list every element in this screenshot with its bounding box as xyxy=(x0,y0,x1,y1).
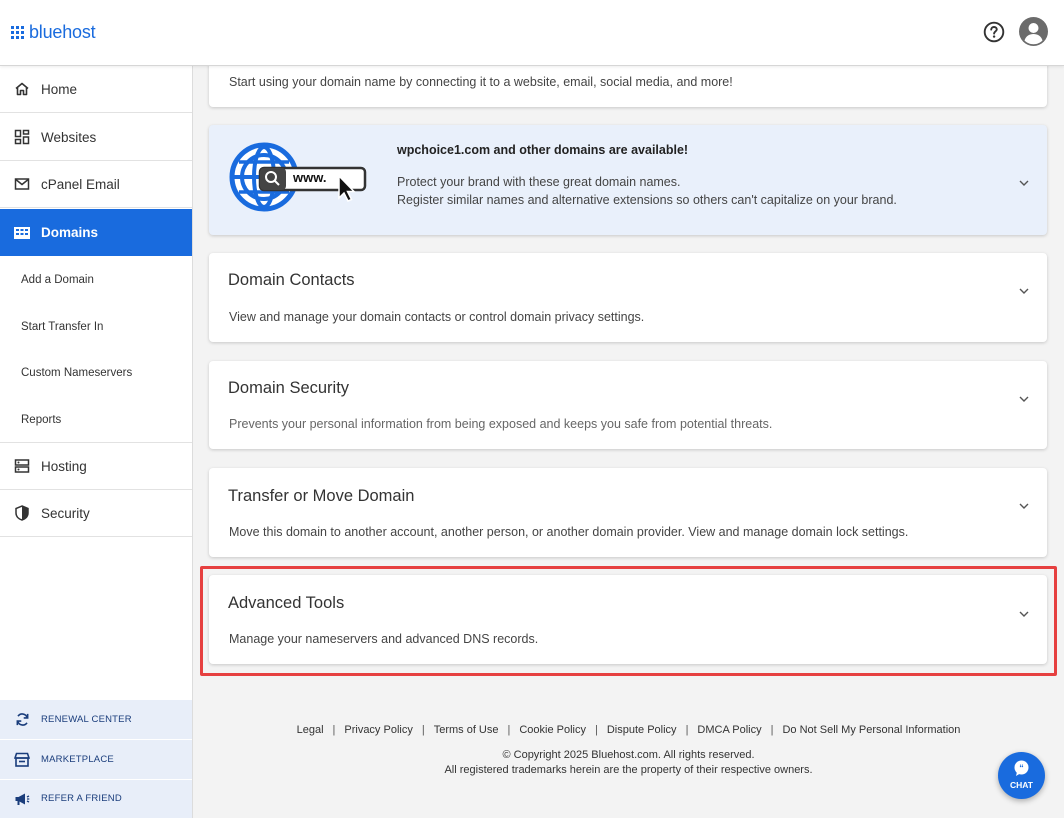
card-description: Prevents your personal information from … xyxy=(229,417,773,431)
sidebar-item-label: Security xyxy=(41,505,90,521)
advanced-tools-card[interactable]: Advanced Tools Manage your nameservers a… xyxy=(209,575,1047,664)
sidebar-subitem-label: Add a Domain xyxy=(21,273,94,286)
footer-link-terms-of-use[interactable]: Terms of Use xyxy=(434,724,499,736)
card-title: Advanced Tools xyxy=(228,594,345,612)
chat-bubble-icon: “ xyxy=(1014,760,1029,776)
footer-link-dmca-policy[interactable]: DMCA Policy xyxy=(697,724,761,736)
promo-title: wpchoice1.com and other domains are avai… xyxy=(397,143,689,157)
chevron-down-icon[interactable] xyxy=(1017,284,1031,298)
card-description: Move this domain to another account, ano… xyxy=(229,525,909,539)
domains-building-icon xyxy=(13,224,31,242)
domain-security-card[interactable]: Domain Security Prevents your personal i… xyxy=(209,361,1047,449)
footer-separator: | xyxy=(507,724,511,736)
footer-separator: | xyxy=(595,724,598,736)
card-description: View and manage your domain contacts or … xyxy=(229,310,645,324)
sidebar-item-hosting[interactable]: Hosting xyxy=(0,443,192,490)
server-icon xyxy=(13,457,31,475)
svg-text:“: “ xyxy=(1019,763,1024,773)
chevron-down-icon[interactable] xyxy=(1017,392,1031,406)
home-icon xyxy=(13,80,31,98)
shield-icon xyxy=(13,504,31,522)
footer-link-legal[interactable]: Legal xyxy=(297,724,324,736)
bluehost-logo[interactable]: bluehost xyxy=(11,22,96,43)
sidebar-subitem-label: Reports xyxy=(21,413,62,426)
card-title: Domain Security xyxy=(228,379,350,397)
chat-button[interactable]: “ CHAT xyxy=(998,752,1045,799)
sidebar-item-renewal-center[interactable]: RENEWAL CENTER xyxy=(0,700,192,739)
promo-line-1: Protect your brand with these great doma… xyxy=(397,175,681,189)
sidebar-item-label: Home xyxy=(41,81,78,97)
sidebar-item-refer-friend[interactable]: REFER A FRIEND xyxy=(0,779,192,818)
footer-separator: | xyxy=(421,724,425,736)
sidebar-subitem-reports[interactable]: Reports xyxy=(0,396,192,443)
sidebar-bottom-label: MARKETPLACE xyxy=(41,754,114,765)
footer-link-privacy-policy[interactable]: Privacy Policy xyxy=(344,724,412,736)
store-icon xyxy=(13,751,31,769)
sidebar-subitem-start-transfer[interactable]: Start Transfer In xyxy=(0,303,192,350)
user-avatar-icon[interactable] xyxy=(1019,17,1048,46)
footer-link-cookie-policy[interactable]: Cookie Policy xyxy=(519,724,586,736)
www-label: www. xyxy=(293,170,327,185)
refresh-icon xyxy=(13,711,31,729)
sidebar-item-home[interactable]: Home xyxy=(0,66,192,113)
copyright-text: © Copyright 2025 Bluehost.com. All right… xyxy=(502,749,755,761)
footer-separator: | xyxy=(685,724,689,736)
sidebar-item-cpanel-email[interactable]: cPanel Email xyxy=(0,161,192,208)
sidebar-bottom-label: RENEWAL CENTER xyxy=(41,714,132,725)
domain-suggestions-card[interactable]: www. wpchoice1.com and other domains are… xyxy=(209,125,1047,235)
transfer-move-domain-card[interactable]: Transfer or Move Domain Move this domain… xyxy=(209,468,1047,557)
top-header: bluehost xyxy=(0,0,1064,66)
chat-label: CHAT xyxy=(1010,780,1033,790)
dashboard-grid-icon xyxy=(13,128,31,146)
promo-line-2: Register similar names and alternative e… xyxy=(397,193,897,207)
question-circle-icon[interactable] xyxy=(983,21,1005,43)
sidebar-item-domains[interactable]: Domains xyxy=(0,209,192,256)
sidebar: Home Websites cPanel Email Domains Add a… xyxy=(0,66,193,818)
footer-copyright: © Copyright 2025 Bluehost.com. All right… xyxy=(193,748,1064,778)
domain-contacts-card[interactable]: Domain Contacts View and manage your dom… xyxy=(209,253,1047,342)
logo-text: bluehost xyxy=(29,22,96,42)
sidebar-subitem-add-domain[interactable]: Add a Domain xyxy=(0,256,192,303)
envelope-icon xyxy=(13,175,31,193)
footer-link-dispute-policy[interactable]: Dispute Policy xyxy=(607,724,677,736)
sidebar-item-label: Domains xyxy=(41,225,99,240)
chevron-down-icon[interactable] xyxy=(1017,176,1031,190)
sidebar-item-security[interactable]: Security xyxy=(0,490,192,537)
footer-separator: | xyxy=(332,724,336,736)
sidebar-item-websites[interactable]: Websites xyxy=(0,114,192,161)
card-description: Start using your domain name by connecti… xyxy=(229,75,733,89)
sidebar-item-label: Hosting xyxy=(41,458,87,474)
sidebar-subitem-custom-nameservers[interactable]: Custom Nameservers xyxy=(0,349,192,396)
trademark-text: All registered trademarks herein are the… xyxy=(444,764,813,776)
sidebar-subitem-label: Custom Nameservers xyxy=(21,366,133,379)
sidebar-item-marketplace[interactable]: MARKETPLACE xyxy=(0,740,192,779)
sidebar-bottom-label: REFER A FRIEND xyxy=(41,793,122,804)
chevron-down-icon[interactable] xyxy=(1017,607,1031,621)
sidebar-bottom-panel: RENEWAL CENTER MARKETPLACE REFER A FRIEN… xyxy=(0,700,192,818)
footer-separator: | xyxy=(770,724,774,736)
footer-link-do-not-sell[interactable]: Do Not Sell My Personal Information xyxy=(782,724,960,736)
chevron-down-icon[interactable] xyxy=(1017,499,1031,513)
megaphone-icon xyxy=(13,790,31,808)
logo-grid-icon xyxy=(11,26,24,39)
footer-links: Legal | Privacy Policy | Terms of Use | … xyxy=(193,724,1064,736)
card-title: Transfer or Move Domain xyxy=(228,487,415,505)
sidebar-item-label: cPanel Email xyxy=(41,176,120,192)
sidebar-item-label: Websites xyxy=(41,129,97,145)
card-title: Domain Contacts xyxy=(228,271,355,289)
sidebar-subitem-label: Start Transfer In xyxy=(21,320,104,333)
card-description: Manage your nameservers and advanced DNS… xyxy=(229,632,539,646)
